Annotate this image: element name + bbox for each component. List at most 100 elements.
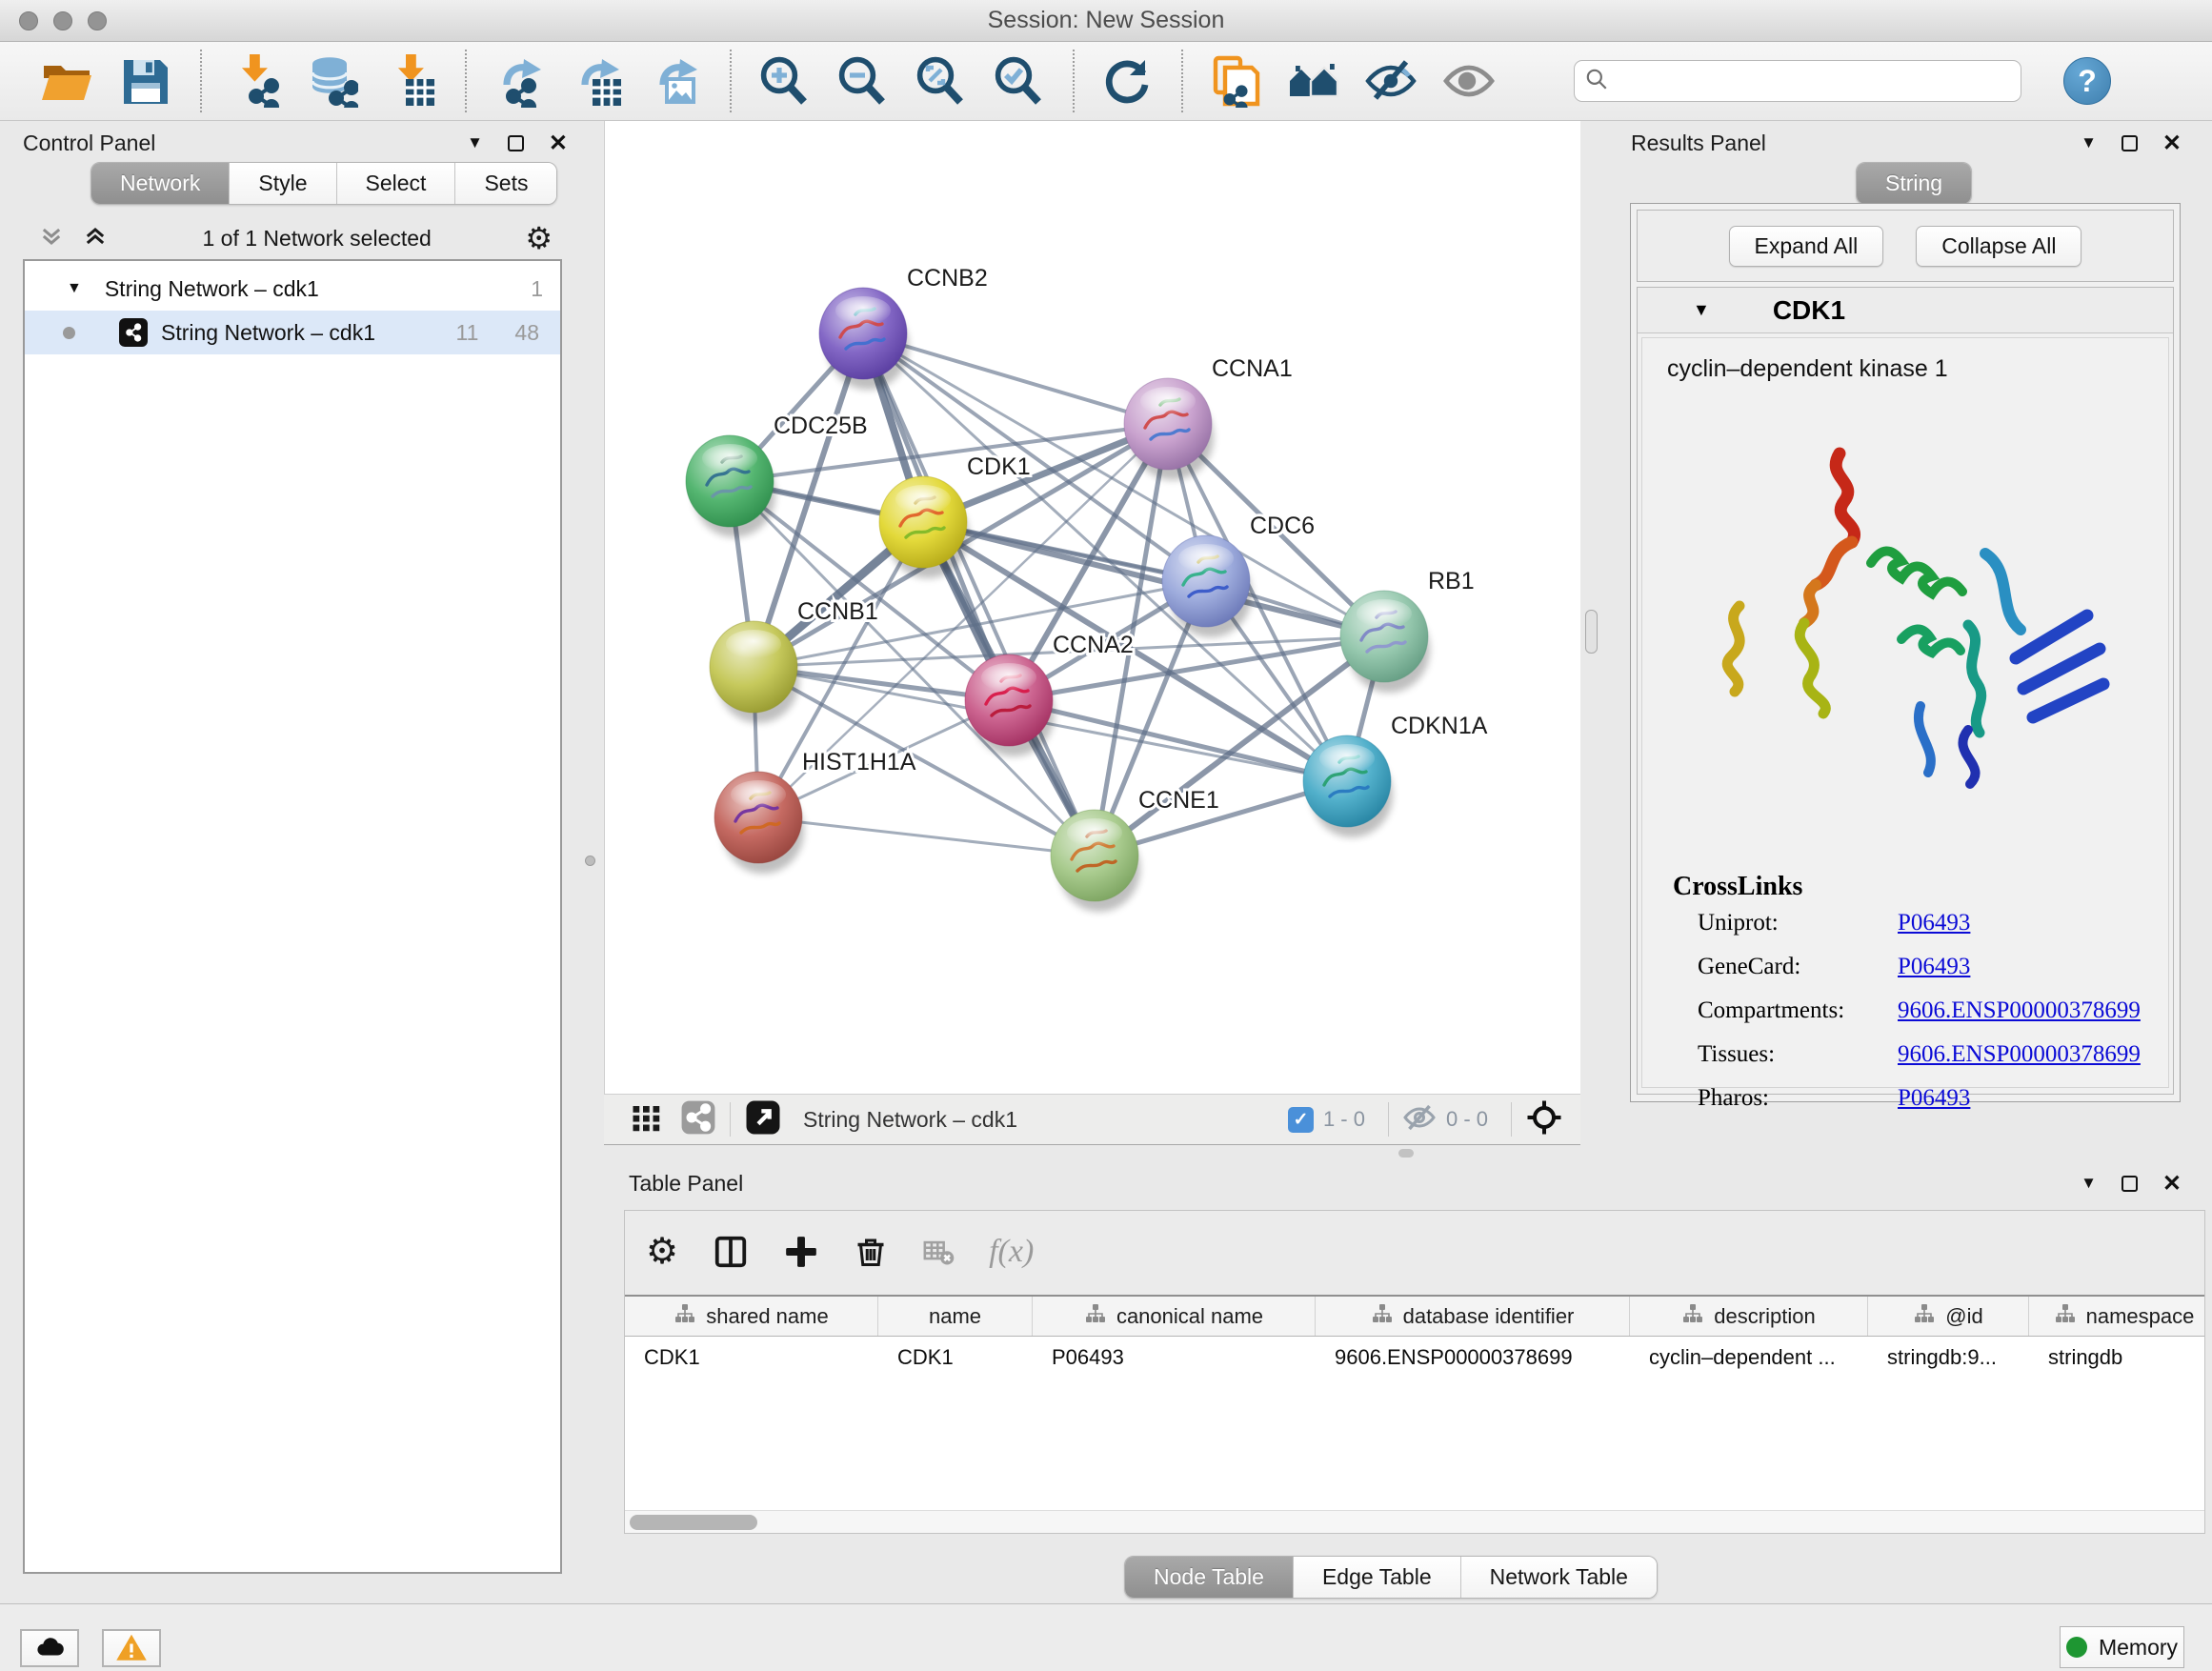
horizontal-splitter-handle[interactable] [1398, 1149, 1414, 1158]
delete-column-trash-icon[interactable] [854, 1235, 888, 1269]
zoom-fit-button[interactable] [909, 50, 970, 111]
network-node-CCNE1[interactable]: CCNE1 [1051, 787, 1219, 912]
memory-button[interactable]: Memory [2060, 1626, 2184, 1668]
zoom-out-button[interactable] [831, 50, 892, 111]
window-title: Session: New Session [0, 7, 2212, 34]
table-cell[interactable]: stringdb:9... [1868, 1337, 2029, 1379]
network-edge[interactable] [758, 817, 1095, 856]
apply-layout-button[interactable] [1096, 50, 1156, 111]
control-panel-float-icon[interactable] [508, 135, 524, 151]
network-node-HIST1H1A[interactable]: HIST1H1A [714, 749, 916, 874]
results-panel-float-icon[interactable] [2122, 135, 2138, 151]
selected-checkbox-icon[interactable]: ✓ [1288, 1107, 1314, 1133]
import-table-button[interactable] [379, 50, 440, 111]
export-network-button[interactable] [488, 50, 549, 111]
network-edge[interactable] [863, 333, 1168, 424]
table-cell[interactable]: CDK1 [625, 1337, 878, 1379]
network-tree-root-row[interactable]: ▼ String Network – cdk1 1 [25, 267, 560, 311]
column-header-description[interactable]: description [1630, 1297, 1868, 1336]
crosslink-link[interactable]: 9606.ENSP00000378699 [1898, 997, 2141, 1024]
table-horizontal-scrollbar[interactable] [625, 1510, 2204, 1533]
tab-network-table[interactable]: Network Table [1461, 1557, 1657, 1598]
help-button[interactable]: ? [2063, 57, 2111, 105]
warning-status-button[interactable] [102, 1629, 161, 1667]
hide-selected-button[interactable] [1360, 50, 1421, 111]
export-table-button[interactable] [566, 50, 627, 111]
collapse-all-button[interactable]: Collapse All [1916, 226, 2081, 267]
table-cell[interactable]: P06493 [1033, 1337, 1316, 1379]
add-column-icon[interactable] [783, 1234, 819, 1270]
tab-edge-table[interactable]: Edge Table [1294, 1557, 1461, 1598]
control-panel-collapse-icon[interactable]: ▼ [467, 133, 483, 152]
birdseye-crosshair-icon[interactable] [1525, 1098, 1563, 1141]
column-header-canonical-name[interactable]: canonical name [1033, 1297, 1316, 1336]
tree-hierarchy-icon [1913, 1302, 1936, 1331]
network-node-CDKN1A[interactable]: CDKN1A [1303, 713, 1488, 837]
tab-sets[interactable]: Sets [455, 163, 556, 204]
save-session-button[interactable] [114, 50, 175, 111]
tab-node-table[interactable]: Node Table [1125, 1557, 1294, 1598]
clone-network-button[interactable] [1204, 50, 1265, 111]
network-canvas[interactable]: CCNB2CCNA1CDC25BCDK1CDC6RB1CCNB1CCNA2CDK… [604, 121, 1580, 1094]
table-cell[interactable]: cyclin–dependent ... [1630, 1337, 1868, 1379]
crosslink-link[interactable]: P06493 [1898, 910, 1970, 936]
string-protein-query-button[interactable] [1282, 50, 1343, 111]
network-node-RB1[interactable]: RB1 [1340, 568, 1475, 693]
network-share-icon[interactable] [680, 1099, 716, 1140]
table-cell[interactable]: 9606.ENSP00000378699 [1316, 1337, 1630, 1379]
tab-network[interactable]: Network [91, 163, 230, 204]
results-panel-close-icon[interactable]: ✕ [2162, 135, 2182, 151]
zoom-selected-button[interactable] [987, 50, 1048, 111]
right-splitter-handle[interactable] [1585, 610, 1598, 654]
table-row[interactable]: CDK1CDK1P064939606.ENSP00000378699cyclin… [625, 1337, 2204, 1379]
network-edge[interactable] [863, 333, 1095, 856]
open-session-button[interactable] [36, 50, 97, 111]
grid-view-icon[interactable] [629, 1100, 663, 1139]
tab-select[interactable]: Select [337, 163, 456, 204]
zoom-in-button[interactable] [753, 50, 814, 111]
table-options-gear-icon[interactable]: ⚙ [646, 1237, 678, 1267]
crosslink-link[interactable]: P06493 [1898, 954, 1970, 980]
control-panel-close-icon[interactable]: ✕ [549, 135, 568, 151]
network-options-gear-icon[interactable]: ⚙ [525, 223, 553, 253]
network-node-CDC6[interactable]: CDC6 [1162, 513, 1315, 637]
network-edge[interactable] [923, 522, 1384, 636]
table-cell[interactable]: CDK1 [878, 1337, 1033, 1379]
tab-style[interactable]: Style [230, 163, 336, 204]
cloud-status-button[interactable] [20, 1629, 79, 1667]
network-selection-summary: 1 of 1 Network selected [109, 226, 525, 252]
export-image-button[interactable] [644, 50, 705, 111]
protein-detail-header[interactable]: ▼ CDK1 [1638, 288, 2173, 333]
column-header-database-identifier[interactable]: database identifier [1316, 1297, 1630, 1336]
tree-expander-icon[interactable]: ▼ [67, 280, 82, 297]
table-panel-collapse-icon[interactable]: ▼ [2081, 1174, 2097, 1193]
collapse-all-networks-icon[interactable] [38, 223, 65, 254]
crosslink-link[interactable]: P06493 [1898, 1085, 1970, 1112]
expand-all-button[interactable]: Expand All [1729, 226, 1884, 267]
table-panel-close-icon[interactable]: ✕ [2162, 1176, 2182, 1192]
open-in-new-window-icon[interactable] [744, 1098, 782, 1141]
results-panel-collapse-icon[interactable]: ▼ [2081, 133, 2097, 152]
show-all-button[interactable] [1438, 50, 1499, 111]
column-header-shared-name[interactable]: shared name [625, 1297, 878, 1336]
protein-expander-icon[interactable]: ▼ [1693, 300, 1710, 320]
import-network-button[interactable] [223, 50, 284, 111]
column-header--id[interactable]: @id [1868, 1297, 2029, 1336]
column-header-namespace[interactable]: namespace [2029, 1297, 2204, 1336]
expand-all-networks-icon[interactable] [82, 223, 109, 254]
protein-description: cyclin–dependent kinase 1 [1667, 355, 2168, 383]
left-splitter-handle[interactable] [585, 856, 595, 866]
crosslink-link[interactable]: 9606.ENSP00000378699 [1898, 1041, 2141, 1068]
network-tree-row-selected[interactable]: String Network – cdk1 11 48 [25, 311, 560, 354]
import-network-from-database-button[interactable] [301, 50, 362, 111]
column-header-label: description [1714, 1304, 1815, 1329]
scrollbar-thumb[interactable] [630, 1515, 757, 1530]
show-columns-icon[interactable] [713, 1234, 749, 1270]
tab-string[interactable]: String [1857, 163, 1971, 204]
column-header-name[interactable]: name [878, 1297, 1033, 1336]
search-input[interactable] [1609, 69, 2011, 93]
table-cell[interactable]: stringdb [2029, 1337, 2204, 1379]
node-label-CCNB1: CCNB1 [797, 598, 878, 625]
table-panel-float-icon[interactable] [2122, 1176, 2138, 1192]
crosslinks-title: CrossLinks [1673, 872, 1802, 902]
